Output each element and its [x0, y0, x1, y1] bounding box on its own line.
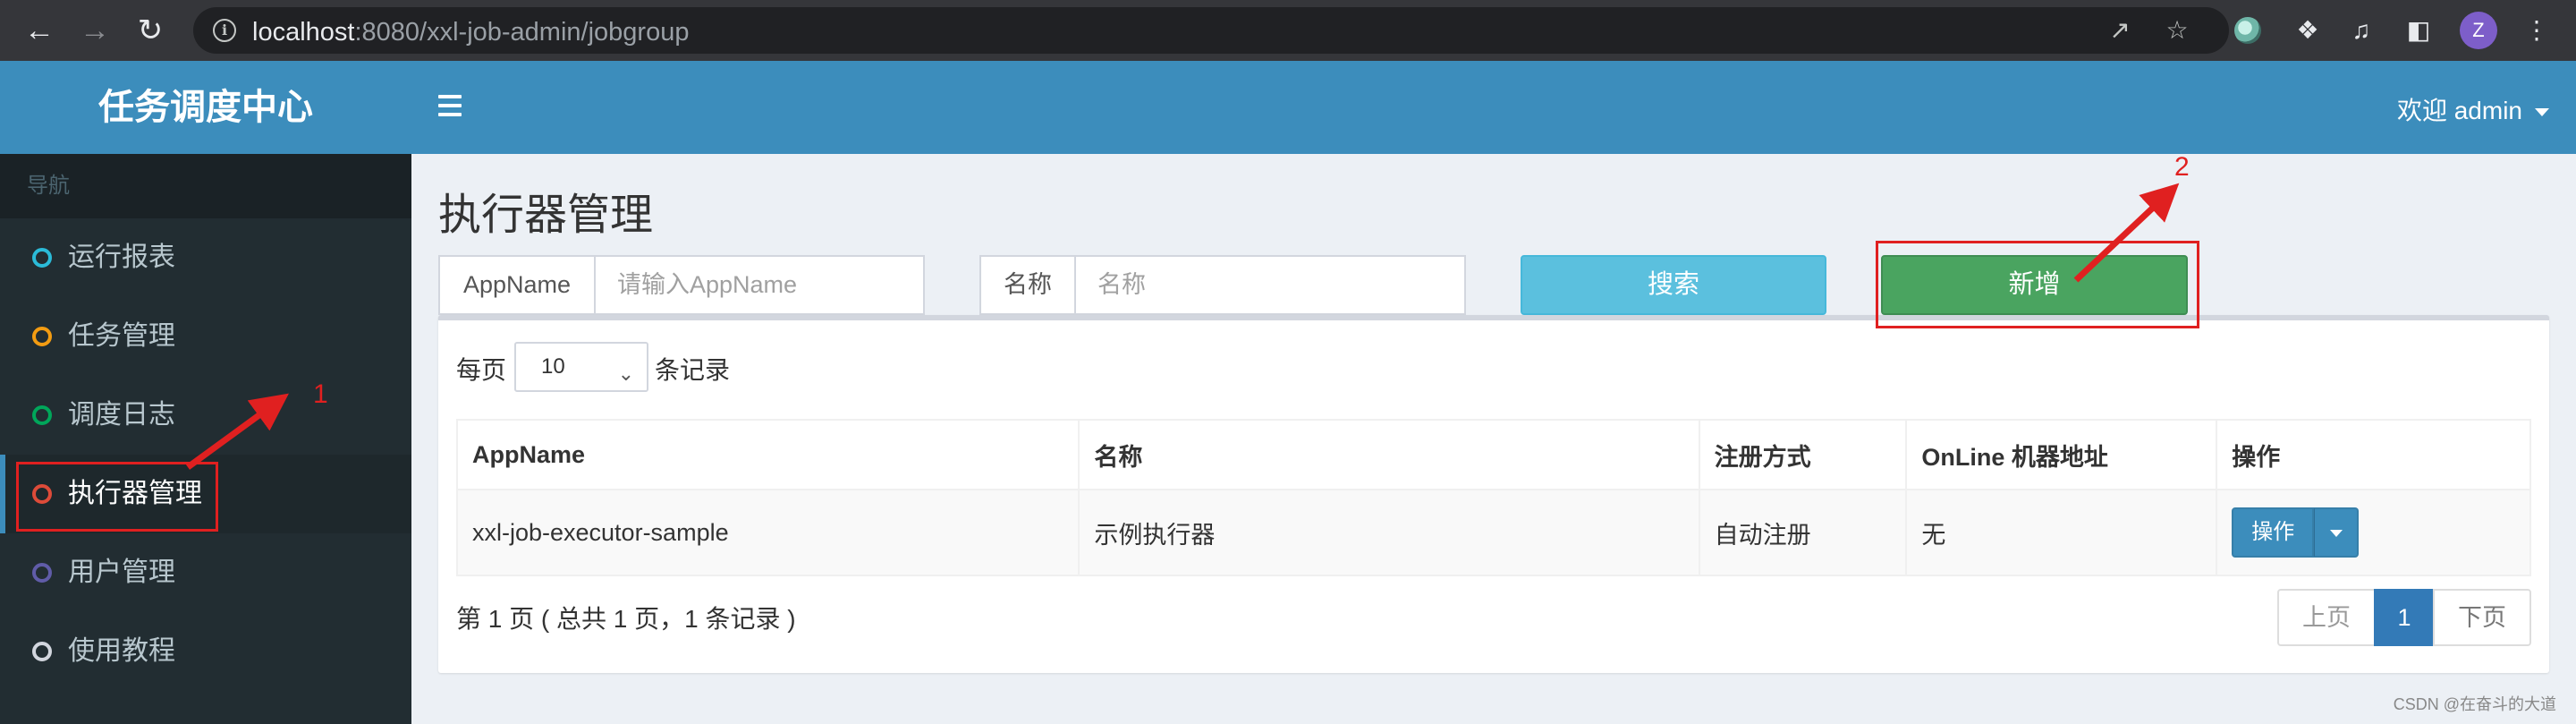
- cell-appname: xxl-job-executor-sample: [455, 489, 1080, 576]
- appname-filter: AppName: [438, 255, 925, 315]
- column-header-reg-type[interactable]: 注册方式: [1698, 419, 1908, 490]
- pagination: 上页 1 下页: [2277, 589, 2531, 646]
- profile-avatar[interactable]: Z: [2460, 12, 2497, 49]
- sidebar-item-reports[interactable]: 运行报表: [0, 218, 411, 297]
- page-length-prefix: 每页: [456, 356, 507, 384]
- search-button[interactable]: 搜索: [1521, 255, 1826, 315]
- operation-button[interactable]: 操作: [2232, 507, 2315, 558]
- circle-icon: [32, 642, 52, 661]
- site-info-icon[interactable]: i: [213, 19, 236, 42]
- side-panel-icon[interactable]: ◧: [2401, 13, 2436, 48]
- sidebar: 导航 运行报表 任务管理 调度日志 执行器管理 用户管理 使用教程: [0, 154, 411, 724]
- address-bar[interactable]: i localhost:8080/xxl-job-admin/jobgroup …: [193, 7, 2229, 54]
- cell-online: 无: [1905, 489, 2218, 576]
- extensions-puzzle-icon[interactable]: ❖: [2290, 13, 2326, 48]
- appname-label: AppName: [440, 257, 596, 313]
- sidebar-item-label: 用户管理: [68, 558, 175, 587]
- top-navbar: 欢迎 admin: [411, 61, 2576, 154]
- column-header-name[interactable]: 名称: [1078, 419, 1700, 490]
- annotation-highlight-sidebar: [16, 462, 218, 532]
- sidebar-toggle-icon[interactable]: [438, 95, 462, 116]
- cell-name: 示例执行器: [1078, 489, 1700, 576]
- sidebar-item-help[interactable]: 使用教程: [0, 612, 411, 691]
- annotation-highlight-add: [1876, 241, 2199, 328]
- operation-dropdown-toggle[interactable]: [2314, 507, 2360, 558]
- next-page-button[interactable]: 下页: [2433, 589, 2531, 646]
- page-length-select[interactable]: 10 ⌄: [514, 342, 648, 392]
- cell-reg-type: 自动注册: [1698, 489, 1908, 576]
- sidebar-item-label: 调度日志: [68, 400, 175, 430]
- appname-input[interactable]: [597, 257, 923, 313]
- name-input[interactable]: [1078, 257, 1464, 313]
- back-icon[interactable]: ←: [20, 11, 59, 50]
- browser-menu-icon[interactable]: ⋮: [2519, 13, 2555, 48]
- circle-icon: [32, 405, 52, 425]
- url-text[interactable]: localhost:8080/xxl-job-admin/jobgroup: [252, 18, 689, 47]
- column-header-appname[interactable]: AppName: [455, 419, 1080, 490]
- sidebar-item-label: 运行报表: [68, 243, 175, 272]
- table-header-row: AppName 名称 注册方式 OnLine 机器地址 操作: [455, 419, 2531, 490]
- page-number-current[interactable]: 1: [2374, 589, 2435, 646]
- pagination-info: 第 1 页 ( 总共 1 页，1 条记录 ): [456, 605, 796, 633]
- page-title: 执行器管理: [438, 192, 654, 239]
- caret-down-icon: [2535, 108, 2549, 117]
- bookmark-star-icon[interactable]: ☆: [2161, 14, 2193, 47]
- table-row: xxl-job-executor-sample 示例执行器 自动注册 无 操作: [455, 489, 2531, 576]
- operation-button-group: 操作: [2232, 507, 2360, 558]
- sidebar-item-jobs[interactable]: 任务管理: [0, 297, 411, 376]
- circle-icon: [32, 563, 52, 583]
- name-label: 名称: [981, 257, 1076, 313]
- reload-icon[interactable]: ↻: [131, 11, 170, 50]
- forward-icon[interactable]: →: [75, 11, 114, 50]
- sidebar-item-logs[interactable]: 调度日志: [0, 376, 411, 455]
- user-greeting: 欢迎 admin: [2396, 97, 2522, 124]
- user-menu[interactable]: 欢迎 admin: [2397, 91, 2549, 127]
- prev-page-button[interactable]: 上页: [2277, 589, 2376, 646]
- name-filter: 名称: [979, 255, 1466, 315]
- annotation-number-1: 1: [313, 379, 328, 409]
- sidebar-header: 导航: [0, 154, 411, 218]
- circle-icon: [32, 248, 52, 268]
- column-header-online[interactable]: OnLine 机器地址: [1905, 419, 2218, 490]
- extension-globe-icon[interactable]: [2234, 17, 2261, 44]
- executor-table-box: 每页 10 ⌄ 条记录 AppName 名称 注册方式 OnLine 机器地址 …: [438, 315, 2549, 673]
- browser-toolbar: ← → ↻ i localhost:8080/xxl-job-admin/job…: [0, 0, 2576, 61]
- app-logo[interactable]: 任务调度中心: [0, 61, 411, 154]
- cell-operations: 操作: [2216, 489, 2531, 576]
- sidebar-item-label: 使用教程: [68, 636, 175, 666]
- annotation-number-2: 2: [2174, 152, 2190, 182]
- page-length-value: 10: [541, 354, 565, 379]
- executor-table: AppName 名称 注册方式 OnLine 机器地址 操作 xxl-job-e…: [455, 419, 2531, 576]
- column-header-operations: 操作: [2216, 419, 2531, 490]
- page-length-suffix: 条记录: [655, 356, 731, 384]
- watermark: CSDN @在奋斗的大道: [2393, 695, 2556, 713]
- chevron-down-icon: ⌄: [617, 362, 634, 385]
- media-queue-icon[interactable]: ♫: [2343, 13, 2379, 48]
- share-icon[interactable]: ↗: [2104, 14, 2136, 47]
- sidebar-item-users[interactable]: 用户管理: [0, 533, 411, 612]
- circle-icon: [32, 327, 52, 346]
- sidebar-item-label: 任务管理: [68, 321, 175, 351]
